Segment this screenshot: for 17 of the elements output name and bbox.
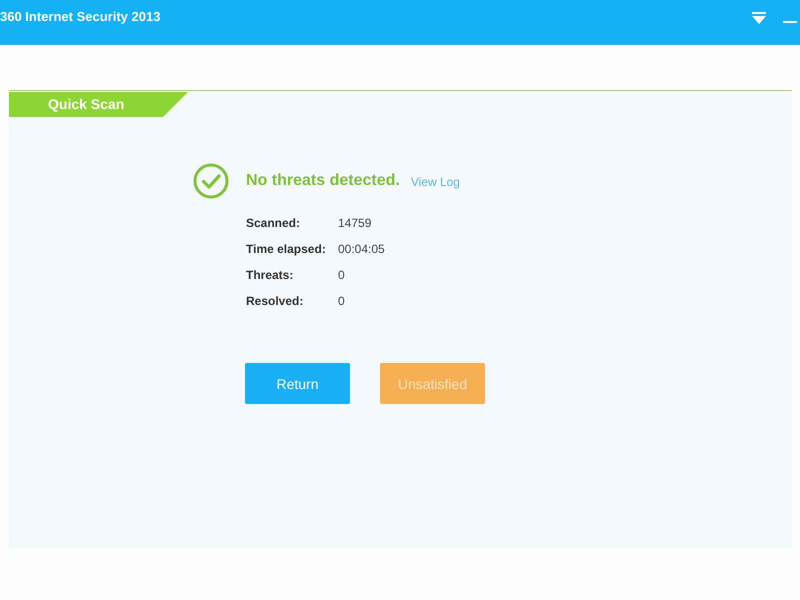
dropdown-menu-icon[interactable] — [752, 12, 766, 24]
window-title: 360 Internet Security 2013 — [0, 9, 160, 24]
view-log-link[interactable]: View Log — [410, 175, 460, 189]
stat-value: 14759 — [338, 216, 372, 230]
stat-value: 0 — [338, 268, 345, 282]
scan-type-header: Quick Scan — [9, 92, 188, 117]
stat-label: Scanned: — [246, 216, 300, 230]
return-button[interactable]: Return — [245, 363, 350, 404]
minimize-icon[interactable] — [783, 20, 797, 22]
result-heading: No threats detected. — [246, 172, 400, 190]
stat-label: Resolved: — [246, 294, 304, 308]
stat-value: 00:04:05 — [338, 242, 385, 256]
stat-value: 0 — [338, 294, 345, 308]
stat-label: Threats: — [246, 268, 294, 282]
stat-label: Time elapsed: — [246, 242, 326, 256]
check-circle-icon — [193, 163, 229, 199]
feedback-button[interactable]: Unsatisfied — [380, 363, 485, 404]
